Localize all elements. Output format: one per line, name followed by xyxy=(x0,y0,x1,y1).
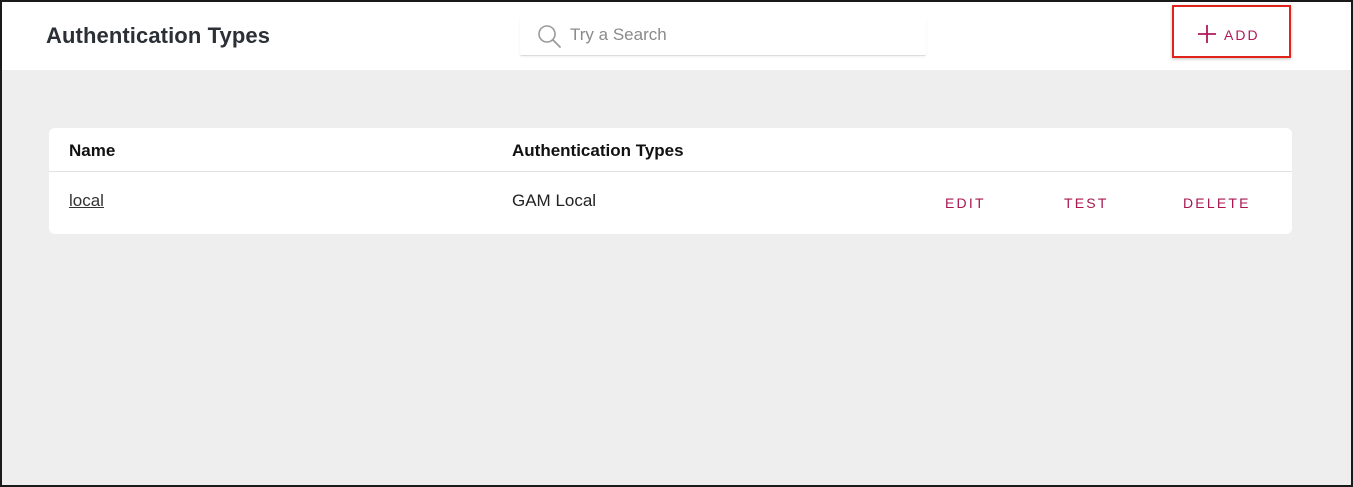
search-icon xyxy=(538,25,561,48)
search-input[interactable] xyxy=(570,22,910,48)
plus-icon xyxy=(1198,25,1216,43)
row-name-link[interactable]: local xyxy=(69,191,104,211)
add-button-label: ADD xyxy=(1224,27,1260,43)
search-bar[interactable] xyxy=(520,16,926,56)
edit-button[interactable]: EDIT xyxy=(945,195,986,211)
app-frame: Authentication Types ADD Name Authentica… xyxy=(0,0,1353,487)
column-header-authentication-types: Authentication Types xyxy=(512,141,684,160)
add-button[interactable]: ADD xyxy=(1172,5,1291,58)
authentication-types-table: Name Authentication Types local GAM Loca… xyxy=(49,128,1292,234)
column-header-name: Name xyxy=(69,141,116,160)
row-authentication-type: GAM Local xyxy=(512,191,597,210)
table-row: local GAM Local EDIT TEST DELETE xyxy=(49,173,1292,234)
table-header: Name Authentication Types xyxy=(49,128,1292,172)
delete-button[interactable]: DELETE xyxy=(1183,195,1251,211)
test-button[interactable]: TEST xyxy=(1064,195,1109,211)
page-header: Authentication Types ADD xyxy=(2,2,1351,70)
page-title: Authentication Types xyxy=(46,23,271,48)
